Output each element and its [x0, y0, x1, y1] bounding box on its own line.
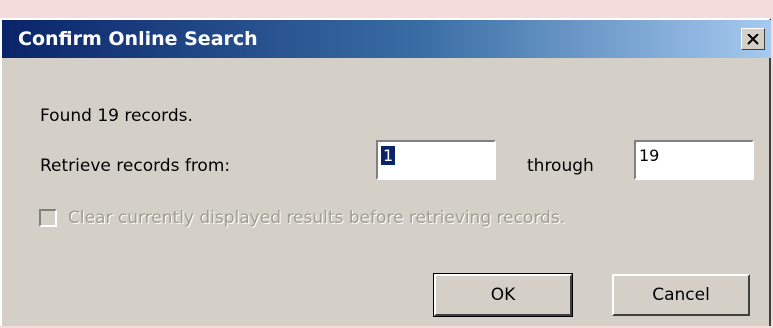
close-button[interactable]	[741, 28, 765, 50]
to-record-input[interactable]: 19	[634, 140, 754, 180]
clear-results-label: Clear currently displayed results before…	[68, 208, 566, 228]
from-record-input[interactable]: 1	[376, 140, 496, 180]
cancel-button[interactable]: Cancel	[612, 274, 750, 316]
clear-results-checkbox[interactable]	[39, 209, 57, 227]
to-record-value: 19	[639, 146, 660, 165]
dialog-body: Found 19 records. Retrieve records from:…	[2, 58, 771, 328]
through-label: through	[527, 156, 594, 176]
confirm-online-search-dialog: Confirm Online Search Found 19 records. …	[0, 18, 771, 326]
from-record-value: 1	[381, 146, 396, 165]
title-bar[interactable]: Confirm Online Search	[2, 20, 771, 58]
close-icon	[747, 33, 759, 45]
retrieve-records-label: Retrieve records from:	[40, 156, 231, 176]
ok-button[interactable]: OK	[433, 273, 573, 317]
dialog-title: Confirm Online Search	[18, 28, 258, 50]
found-records-text: Found 19 records.	[40, 106, 193, 126]
